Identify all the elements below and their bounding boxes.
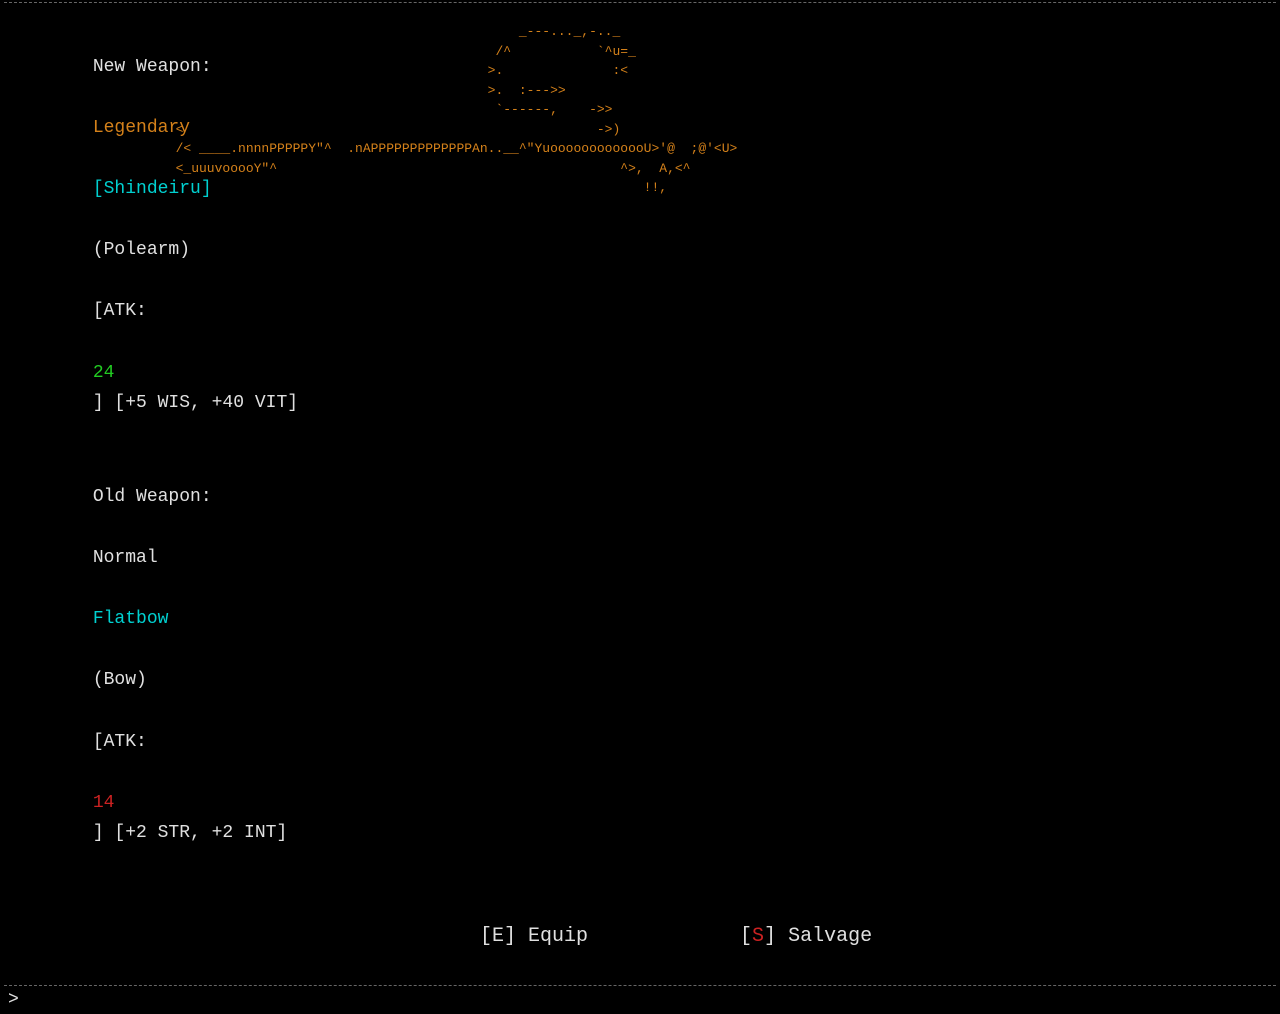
old-weapon-atk-label: [ATK: [93, 732, 147, 752]
salvage-key: S [752, 925, 764, 948]
old-weapon-line: Old Weapon: Normal Flatbow (Bow) [ATK: 1… [28, 451, 1252, 879]
old-weapon-type: (Bow) [93, 670, 147, 690]
new-weapon-stats: ] [+5 WIS, +40 VIT] [93, 393, 298, 413]
ascii-art: _---..._,-.._ /^ `^u=_ >. :< >. :--->> [160, 22, 737, 198]
equip-key-bracket-open: [ [480, 925, 492, 948]
equip-button[interactable]: [E] Equip [408, 902, 588, 971]
prompt-area: > [0, 986, 1280, 1014]
salvage-key-bracket-open: [ [740, 925, 752, 948]
prompt-symbol: > [8, 990, 19, 1010]
salvage-button[interactable]: [S] Salvage [668, 902, 872, 971]
salvage-label: Salvage [776, 925, 872, 948]
equip-key: E [492, 925, 504, 948]
equip-label: Equip [516, 925, 588, 948]
old-weapon-rarity: Normal [93, 548, 158, 568]
main-screen: ++ _---..._,-.._ /^ `^u=_ >. :< [0, 0, 1280, 600]
new-weapon-type: (Polearm) [93, 240, 190, 260]
old-weapon-name: Flatbow [93, 609, 169, 629]
old-weapon-atk-value: 14 [93, 793, 115, 813]
salvage-key-bracket-close: ] [764, 925, 776, 948]
old-weapon-stats: ] [+2 STR, +2 INT] [93, 823, 287, 843]
old-weapon-label: Old Weapon: [93, 487, 212, 507]
new-weapon-atk-label: [ATK: [93, 301, 147, 321]
actions-area: [E] Equip [S] Salvage [0, 892, 1280, 985]
equip-key-bracket-close: ] [504, 925, 516, 948]
new-weapon-atk-value: 24 [93, 363, 115, 383]
